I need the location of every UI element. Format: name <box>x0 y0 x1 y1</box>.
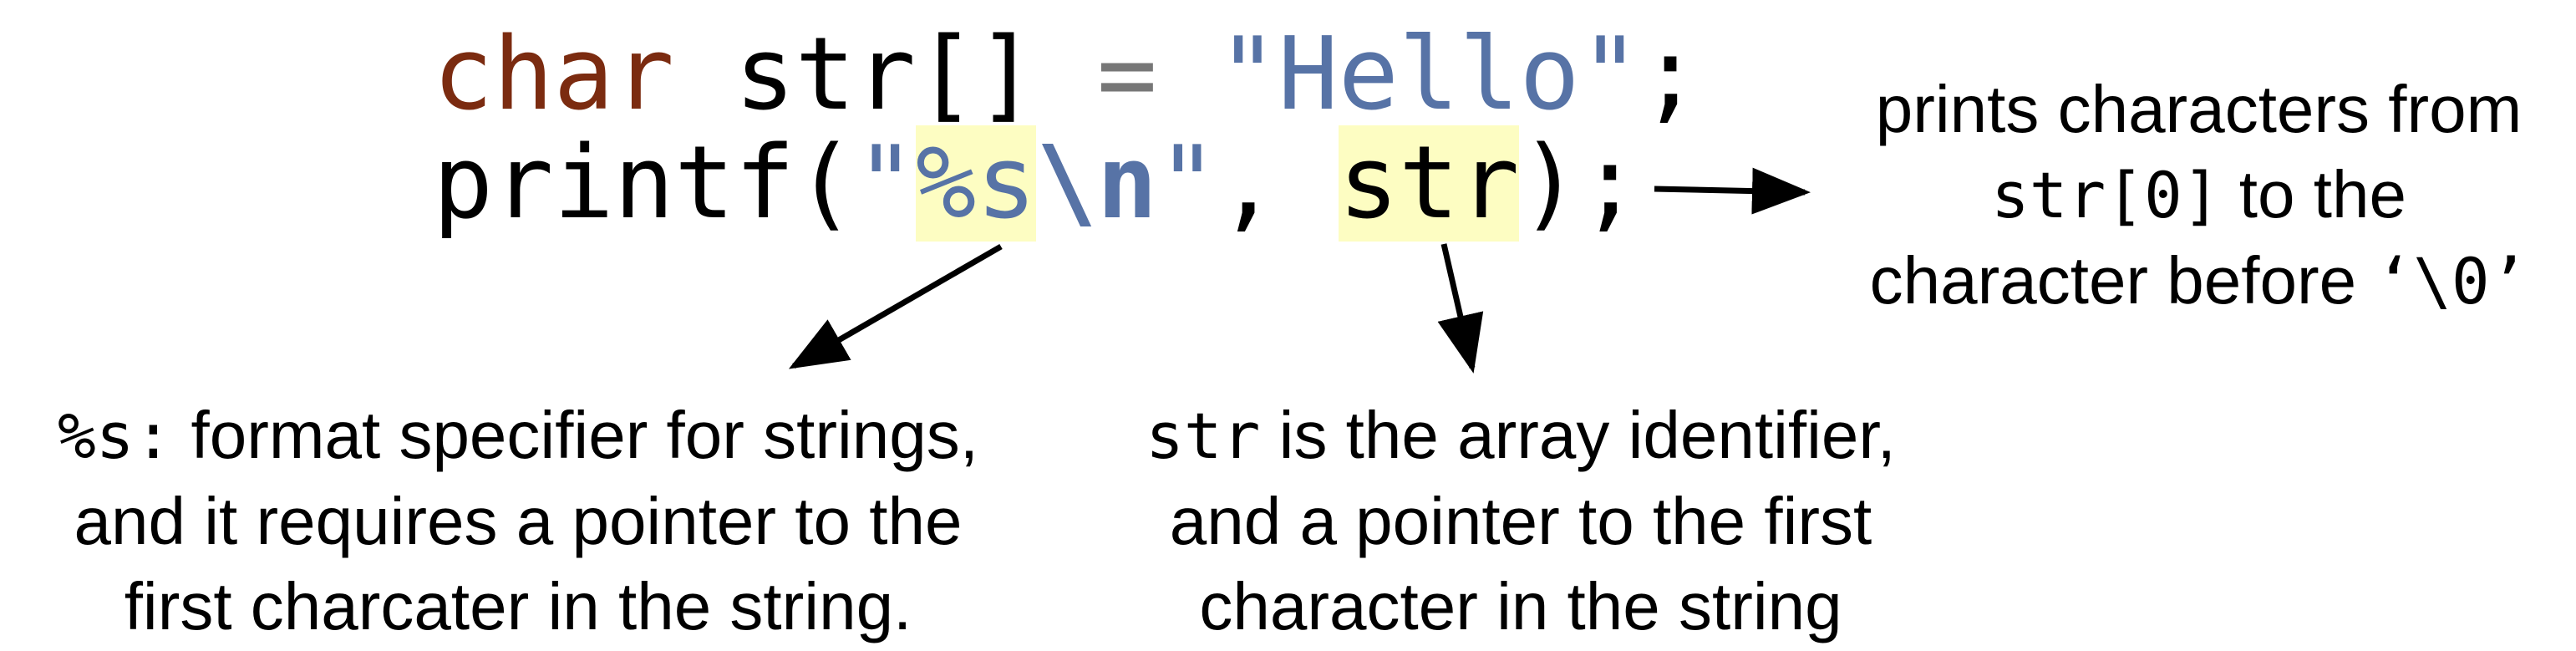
output-annotation-line3: character before ‘\0’ <box>1821 238 2576 324</box>
output-annotation-line1: prints characters from <box>1875 72 2523 146</box>
identifier-annotation-line3: character in the string <box>1199 569 1842 643</box>
arrow-to-format-note <box>788 243 1003 369</box>
output-annotation-line3-text: character before <box>1869 243 2375 318</box>
output-annotation-code-str0: str[0] <box>1991 158 2221 232</box>
output-annotation-line2: str[0] to the <box>1821 152 2576 238</box>
output-annotation-line2-text: to the <box>2220 157 2406 231</box>
identifier-annotation-line2: and a pointer to the first <box>1169 484 1872 558</box>
output-annotation-code-null: ‘\0’ <box>2375 244 2528 318</box>
format-annotation-line2: and it requires a pointer to the <box>74 484 963 558</box>
identifier-annotation-line1: str is the array identifier, <box>1095 393 1947 479</box>
identifier-annotation-code: str <box>1146 399 1261 473</box>
format-annotation-code: %s: <box>57 399 173 473</box>
format-annotation-line1: %s: format specifier for strings, <box>0 393 1036 479</box>
format-annotation-line3: first charcater in the string. <box>124 569 912 643</box>
output-annotation: prints characters from str[0] to the cha… <box>1821 67 2576 324</box>
format-annotation-line1-text: format specifier for strings, <box>172 398 978 472</box>
identifier-annotation-line1-text: is the array identifier, <box>1260 398 1896 472</box>
format-specifier-annotation: %s: format specifier for strings, and it… <box>0 393 1036 649</box>
arrow-to-identifier-note <box>1437 243 1484 374</box>
array-identifier-annotation: str is the array identifier, and a point… <box>1095 393 1947 649</box>
arrow-to-output-note <box>1654 167 1811 215</box>
